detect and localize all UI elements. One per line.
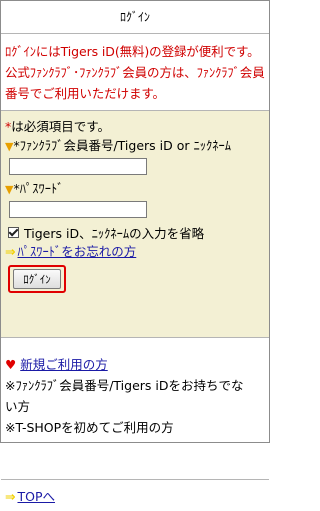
- heart-icon: ♥: [5, 357, 17, 372]
- page-frame: ﾛｸﾞｲﾝ ﾛｸﾞｲﾝにはTigers iD(無料)の登録が便利です。 公式ﾌｧ…: [0, 0, 270, 504]
- register-note-1: ※ﾌｧﾝｸﾗﾌﾞ会員番号/Tigers iDをお持ちでな: [5, 378, 244, 393]
- id-input[interactable]: [9, 158, 147, 175]
- login-button-highlight: ﾛｸﾞｲﾝ: [8, 265, 66, 293]
- remember-checkbox[interactable]: [8, 226, 19, 238]
- arrow-right-icon: ⇒: [5, 489, 16, 504]
- notice-line-2: 公式ﾌｧﾝｸﾗﾌﾞ･ﾌｧﾝｸﾗﾌﾞ会員の方は、ﾌｧﾝｸﾗﾌﾞ会員: [5, 65, 265, 80]
- top-link[interactable]: TOPへ: [17, 489, 55, 504]
- login-notice: ﾛｸﾞｲﾝにはTigers iD(無料)の登録が便利です。 公式ﾌｧﾝｸﾗﾌﾞ･…: [1, 34, 269, 111]
- footer: ⇒ TOPへ: [1, 480, 269, 511]
- id-label: *ﾌｧﾝｸﾗﾌﾞ会員番号/Tigers iD or ﾆｯｸﾈｰﾑ: [13, 138, 231, 153]
- required-note: は必須項目です。: [11, 119, 111, 134]
- forgot-password-link[interactable]: ﾊﾟｽﾜｰﾄﾞをお忘れの方: [17, 244, 136, 259]
- login-button[interactable]: ﾛｸﾞｲﾝ: [13, 269, 61, 289]
- login-form: *は必須項目です。 ▼*ﾌｧﾝｸﾗﾌﾞ会員番号/Tigers iD or ﾆｯｸ…: [1, 111, 269, 338]
- remember-label: Tigers iD、ﾆｯｸﾈｰﾑの入力を省略: [24, 225, 205, 241]
- register-section: ♥ 新規ご利用の方 ※ﾌｧﾝｸﾗﾌﾞ会員番号/Tigers iDをお持ちでな い方…: [1, 338, 269, 480]
- page-title: ﾛｸﾞｲﾝ: [1, 1, 269, 34]
- remember-row[interactable]: Tigers iD、ﾆｯｸﾈｰﾑの入力を省略: [8, 222, 265, 242]
- arrow-right-icon: ⇒: [5, 244, 16, 259]
- notice-line-1: ﾛｸﾞｲﾝにはTigers iD(無料)の登録が便利です。: [5, 44, 260, 59]
- forgot-password-row: ⇒ ﾊﾟｽﾜｰﾄﾞをお忘れの方: [5, 242, 265, 261]
- new-user-link[interactable]: 新規ご利用の方: [20, 357, 108, 372]
- id-label-row: ▼*ﾌｧﾝｸﾗﾌﾞ会員番号/Tigers iD or ﾆｯｸﾈｰﾑ: [5, 136, 265, 156]
- password-input[interactable]: [9, 201, 147, 218]
- password-label: *ﾊﾟｽﾜｰﾄﾞ: [13, 181, 64, 196]
- notice-line-3: 番号でご利用いただけます。: [5, 86, 165, 101]
- register-note-3: ※T-SHOPを初めてご利用の方: [5, 420, 174, 435]
- password-label-row: ▼*ﾊﾟｽﾜｰﾄﾞ: [5, 179, 265, 199]
- required-note-row: *は必須項目です。: [5, 117, 265, 136]
- register-note-2: い方: [5, 399, 31, 414]
- new-user-row: ♥ 新規ご利用の方: [5, 354, 265, 375]
